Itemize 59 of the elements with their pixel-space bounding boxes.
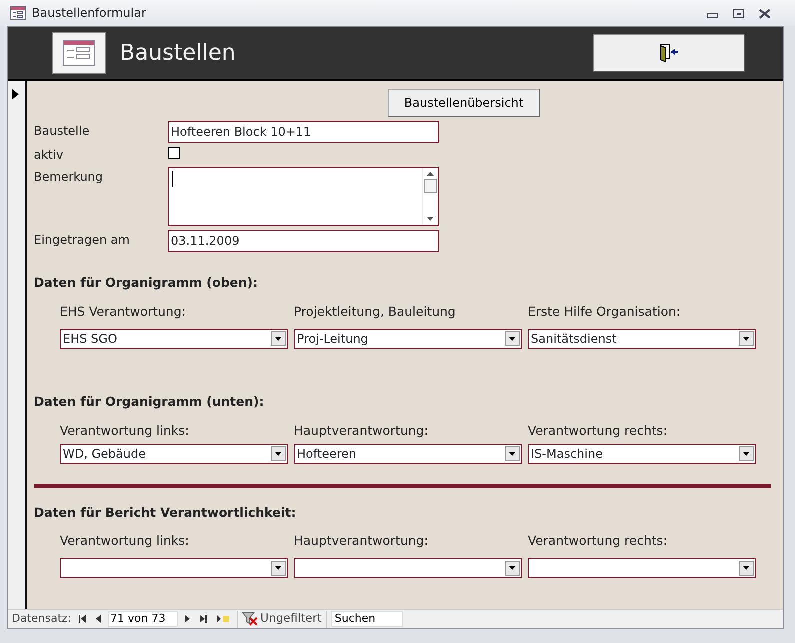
- dropdown-icon[interactable]: [271, 446, 286, 461]
- combo-box[interactable]: WD, Gebäude: [60, 444, 288, 464]
- dropdown-icon[interactable]: [739, 331, 754, 346]
- record-position-field[interactable]: 71 von 73: [108, 611, 178, 627]
- door-exit-icon: [659, 43, 679, 63]
- combo-box[interactable]: [528, 558, 756, 578]
- dropdown-icon[interactable]: [505, 560, 520, 576]
- combo-box[interactable]: Proj-Leitung: [294, 328, 522, 349]
- combo-label: EHS Verantwortung:: [60, 302, 188, 321]
- combo-box[interactable]: IS-Maschine: [528, 444, 756, 464]
- dropdown-icon[interactable]: [505, 446, 520, 461]
- memo-field[interactable]: [168, 167, 439, 226]
- combo-label: Erste Hilfe Organisation:: [528, 302, 682, 321]
- scrollbar[interactable]: [422, 168, 438, 225]
- dropdown-icon[interactable]: [739, 560, 754, 576]
- first-record-icon[interactable]: [78, 615, 86, 623]
- scroll-down-icon[interactable]: [427, 217, 434, 221]
- search-field[interactable]: Suchen: [330, 611, 403, 627]
- dropdown-icon[interactable]: [271, 331, 286, 346]
- combo-label: Hauptverantwortung:: [294, 422, 430, 440]
- combo-box[interactable]: Hofteeren: [294, 444, 522, 464]
- combo-box[interactable]: Sanitätsdienst: [528, 328, 756, 349]
- combo-box[interactable]: [60, 558, 288, 578]
- combo-box[interactable]: [294, 558, 522, 578]
- form-title: Baustellen: [120, 40, 236, 68]
- filter-off-icon: [242, 612, 258, 626]
- field-label: Eingetragen am: [34, 232, 131, 249]
- combo-label: Verantwortung links:: [60, 532, 190, 550]
- combo-label: Projektleitung, Bauleitung: [294, 302, 457, 321]
- previous-record-icon[interactable]: [96, 615, 101, 623]
- field-label: Bemerkung: [34, 169, 104, 186]
- field-label: Baustelle: [34, 123, 91, 140]
- combo-label: Verantwortung rechts:: [528, 532, 669, 550]
- combo-label: Verantwortung rechts:: [528, 422, 669, 440]
- dropdown-icon[interactable]: [271, 560, 286, 576]
- section-title: Daten für Organigramm (unten):: [34, 392, 266, 411]
- dropdown-icon[interactable]: [505, 331, 520, 346]
- record-label: Datensatz:: [12, 610, 72, 627]
- scroll-up-icon[interactable]: [427, 172, 434, 176]
- combo-box[interactable]: EHS SGO: [60, 328, 288, 349]
- last-record-icon[interactable]: [200, 615, 207, 623]
- form-logo-icon: [52, 32, 106, 74]
- window-title: Baustellenformular: [32, 5, 146, 22]
- dropdown-icon[interactable]: [739, 446, 754, 461]
- section-title: Daten für Organigramm (oben):: [34, 274, 260, 292]
- section-title: Daten für Bericht Verantwortlichkeit:: [34, 504, 298, 522]
- text-field[interactable]: Hofteeren Block 10+11: [168, 121, 439, 143]
- overview-button[interactable]: Baustellenübersicht: [388, 89, 540, 117]
- new-record-icon[interactable]: [216, 615, 230, 623]
- exit-button[interactable]: [593, 34, 745, 72]
- filter-button[interactable]: Ungefiltert: [242, 610, 322, 628]
- field-label: aktiv: [34, 147, 64, 163]
- current-record-icon: [12, 89, 19, 100]
- next-record-icon[interactable]: [184, 615, 190, 623]
- form-icon: [10, 6, 26, 20]
- combo-label: Verantwortung links:: [60, 422, 190, 440]
- checkbox[interactable]: [168, 147, 180, 159]
- combo-label: Hauptverantwortung:: [294, 532, 430, 550]
- text-field[interactable]: 03.11.2009: [168, 230, 439, 252]
